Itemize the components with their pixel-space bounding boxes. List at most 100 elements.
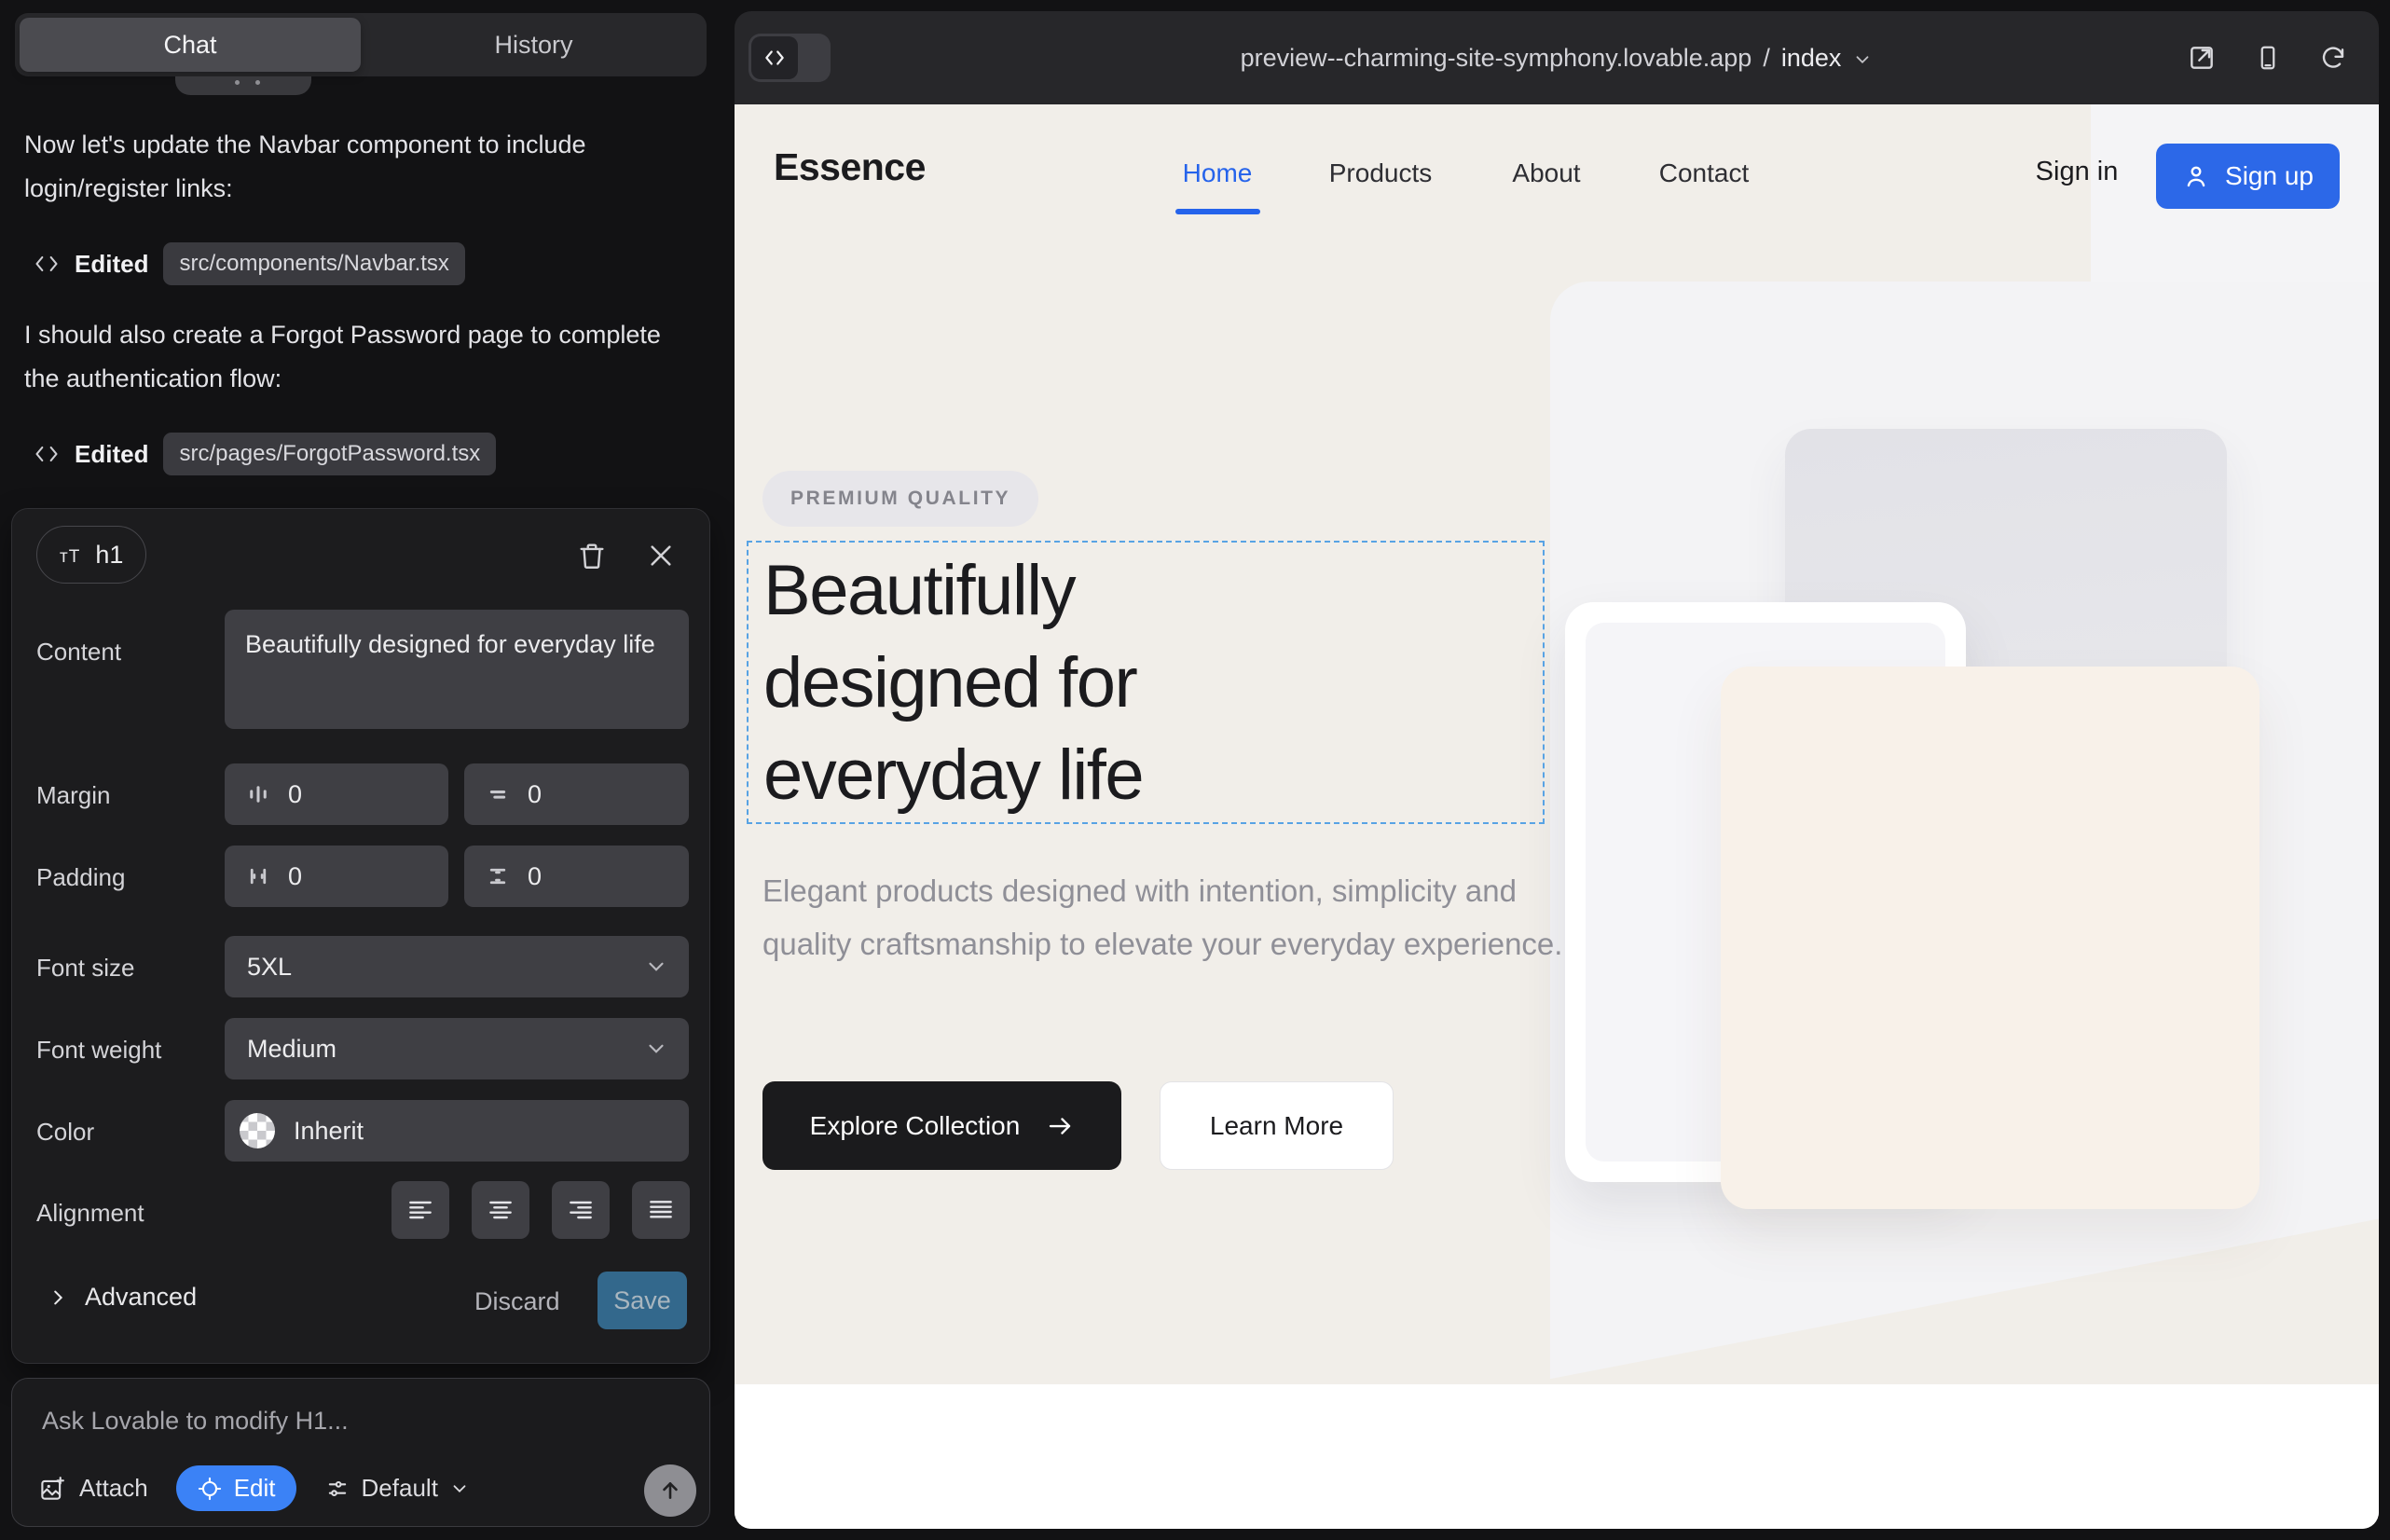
site-logo[interactable]: Essence [774,145,926,189]
sliders-icon [324,1476,350,1502]
edited-label: Edited [75,440,148,469]
advanced-toggle[interactable]: Advanced [48,1283,197,1312]
edited-file-chip[interactable]: src/pages/ForgotPassword.tsx [163,433,496,475]
user-icon [2182,162,2210,190]
sign-up-button[interactable]: Sign up [2156,144,2340,209]
color-value: Inherit [294,1117,364,1146]
url-bar[interactable]: preview--charming-site-symphony.lovable.… [735,11,2379,104]
nav-link-products[interactable]: Products [1329,158,1433,188]
edited-label: Edited [75,250,148,279]
chat-sidebar: Chat History Now let's update the Navbar… [0,0,725,1540]
nav-link-about[interactable]: About [1512,158,1580,188]
learn-more-button[interactable]: Learn More [1160,1081,1394,1170]
margin-x-value: 0 [288,780,302,809]
discard-button[interactable]: Discard [474,1283,560,1320]
prompt-input[interactable]: Ask Lovable to modify H1... [42,1407,349,1436]
assistant-message: Now let's update the Navbar component to… [24,123,682,211]
decor-card-cream [1721,667,2260,1209]
margin-vertical-icon [485,781,511,807]
padding-vertical-icon [485,863,511,889]
hero-badge: PREMIUM QUALITY [762,471,1038,527]
margin-label: Margin [36,781,110,810]
save-button[interactable]: Save [598,1272,687,1329]
align-center-button[interactable] [472,1181,529,1239]
nav-link-contact[interactable]: Contact [1659,158,1750,188]
edited-file-chip[interactable]: src/components/Navbar.tsx [163,242,464,285]
delete-element-button[interactable] [573,537,611,574]
sign-up-label: Sign up [2225,161,2314,191]
padding-y-input[interactable]: 0 [464,846,689,907]
color-select[interactable]: Inherit [225,1100,689,1162]
page-name: index [1781,44,1842,73]
attach-label: Attach [79,1474,148,1503]
padding-label: Padding [36,863,125,892]
edit-label: Edit [234,1474,276,1503]
site-navbar: Essence Home Products About Contact Sign… [735,104,2379,249]
close-panel-button[interactable] [642,537,680,574]
color-label: Color [36,1118,94,1147]
attach-button[interactable]: Attach [38,1474,148,1503]
mobile-view-button[interactable] [2254,43,2282,73]
open-external-button[interactable] [2187,43,2217,73]
attach-image-icon [38,1475,66,1503]
selected-element-outline[interactable]: Beautifully designed for everyday life [747,541,1545,824]
code-icon [34,251,60,277]
next-section [735,1384,2379,1529]
padding-horizontal-icon [245,863,271,889]
margin-horizontal-icon [245,781,271,807]
font-weight-value: Medium [247,1035,337,1064]
transparency-swatch-icon [240,1113,275,1148]
chevron-down-icon [644,1037,668,1061]
prompt-input-card[interactable]: Ask Lovable to modify H1... Attach Edit … [11,1378,710,1527]
font-size-value: 5XL [247,953,292,982]
edit-mode-button[interactable]: Edit [176,1465,296,1511]
sign-in-link[interactable]: Sign in [2036,157,2119,187]
target-icon [197,1476,223,1502]
send-button[interactable] [644,1464,696,1517]
nav-link-home[interactable]: Home [1183,158,1253,188]
preview-url: preview--charming-site-symphony.lovable.… [1241,44,1752,73]
preview-toolbar: preview--charming-site-symphony.lovable.… [735,11,2379,104]
chevron-right-icon [48,1287,68,1308]
explore-collection-button[interactable]: Explore Collection [762,1081,1121,1170]
site-canvas: Essence Home Products About Contact Sign… [735,104,2379,1529]
chat-history-tabbar: Chat History [15,13,707,76]
element-tag-chip[interactable]: тT h1 [36,526,146,584]
active-nav-underline [1175,209,1260,214]
font-weight-select[interactable]: Medium [225,1018,689,1079]
font-size-select[interactable]: 5XL [225,936,689,997]
align-right-button[interactable] [552,1181,610,1239]
chevron-down-icon [1852,49,1873,70]
path-separator: / [1763,44,1770,73]
edited-file-row: Edited src/components/Navbar.tsx [34,241,465,287]
margin-y-value: 0 [528,780,542,809]
scrolled-file-chip-partial [175,76,311,95]
hero-heading[interactable]: Beautifully designed for everyday life [763,544,1143,821]
font-size-label: Font size [36,954,135,983]
model-mode-select[interactable]: Default [324,1474,470,1503]
tab-chat[interactable]: Chat [20,18,361,72]
explore-label: Explore Collection [810,1111,1021,1141]
code-icon [34,441,60,467]
padding-x-value: 0 [288,862,302,891]
align-left-button[interactable] [391,1181,449,1239]
tab-history[interactable]: History [361,13,707,76]
typography-icon: тT [60,542,80,569]
margin-x-input[interactable]: 0 [225,763,448,825]
margin-y-input[interactable]: 0 [464,763,689,825]
font-weight-label: Font weight [36,1036,161,1065]
advanced-label: Advanced [85,1283,197,1312]
content-input[interactable]: Beautifully designed for everyday life [225,610,689,729]
preview-window: preview--charming-site-symphony.lovable.… [735,11,2379,1529]
padding-x-input[interactable]: 0 [225,846,448,907]
element-editor-panel: тT h1 Content Beautifully designed for e… [11,508,710,1364]
chevron-down-icon [449,1478,470,1499]
refresh-button[interactable] [2319,44,2347,72]
alignment-label: Alignment [36,1199,144,1228]
hero-description: Elegant products designed with intention… [762,864,1611,970]
chevron-down-icon [644,955,668,979]
edited-file-row: Edited src/pages/ForgotPassword.tsx [34,431,496,477]
element-tag-label: h1 [95,541,123,570]
arrow-right-icon [1046,1112,1074,1140]
align-justify-button[interactable] [632,1181,690,1239]
